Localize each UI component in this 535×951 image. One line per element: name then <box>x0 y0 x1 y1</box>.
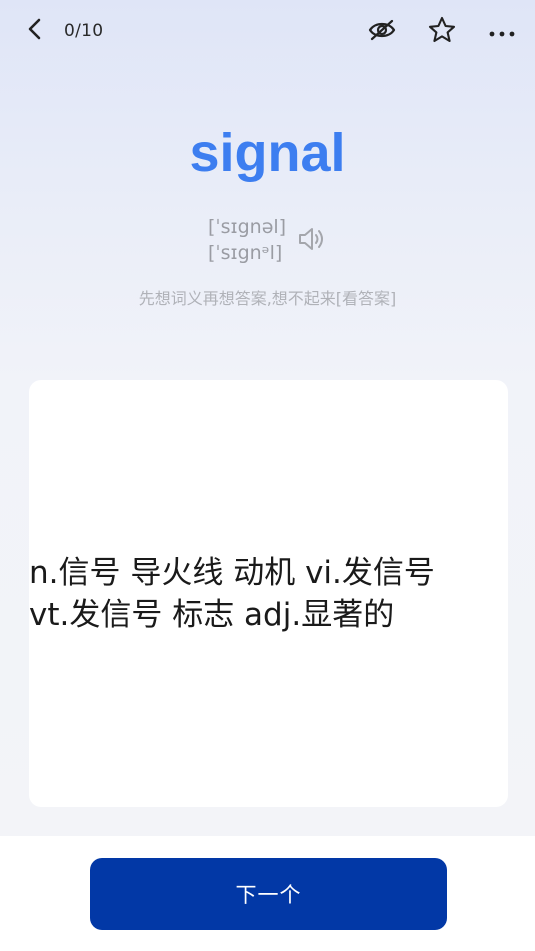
more-options-button[interactable] <box>484 14 520 50</box>
star-icon <box>427 15 457 49</box>
eye-off-icon <box>367 18 397 46</box>
back-button[interactable] <box>18 14 52 48</box>
definition-text: n.信号 导火线 动机 vi.发信号 vt.发信号 标志 adj.显著的 <box>29 554 435 633</box>
bottom-bar: 下一个 <box>0 836 535 951</box>
hint-text[interactable]: 先想词义再想答案,想不起来[看答案] <box>0 288 535 310</box>
chevron-left-icon <box>25 17 45 45</box>
definition-card: n.信号 导火线 动机 vi.发信号 vt.发信号 标志 adj.显著的 <box>29 380 508 807</box>
phonetics: [ˈsɪgnəl] [ˈsɪgnᵊl] <box>208 214 286 266</box>
speaker-icon <box>296 225 326 257</box>
pronunciation-button[interactable] <box>294 224 328 258</box>
word-title: signal <box>189 123 346 183</box>
phonetic-us: [ˈsɪgnᵊl] <box>208 242 283 264</box>
top-bar: 0/10 <box>0 0 535 62</box>
screen: 0/10 signal [ˈsɪgnəl] [ˈsɪgnᵊl] 先想词义再想答案… <box>0 0 535 951</box>
hide-meaning-button[interactable] <box>364 14 400 50</box>
more-horizontal-icon <box>488 23 516 42</box>
phonetic-uk: [ˈsɪgnəl] <box>208 216 287 238</box>
next-button[interactable]: 下一个 <box>90 858 447 930</box>
favorite-button[interactable] <box>424 14 460 50</box>
progress-counter: 0/10 <box>64 21 104 41</box>
